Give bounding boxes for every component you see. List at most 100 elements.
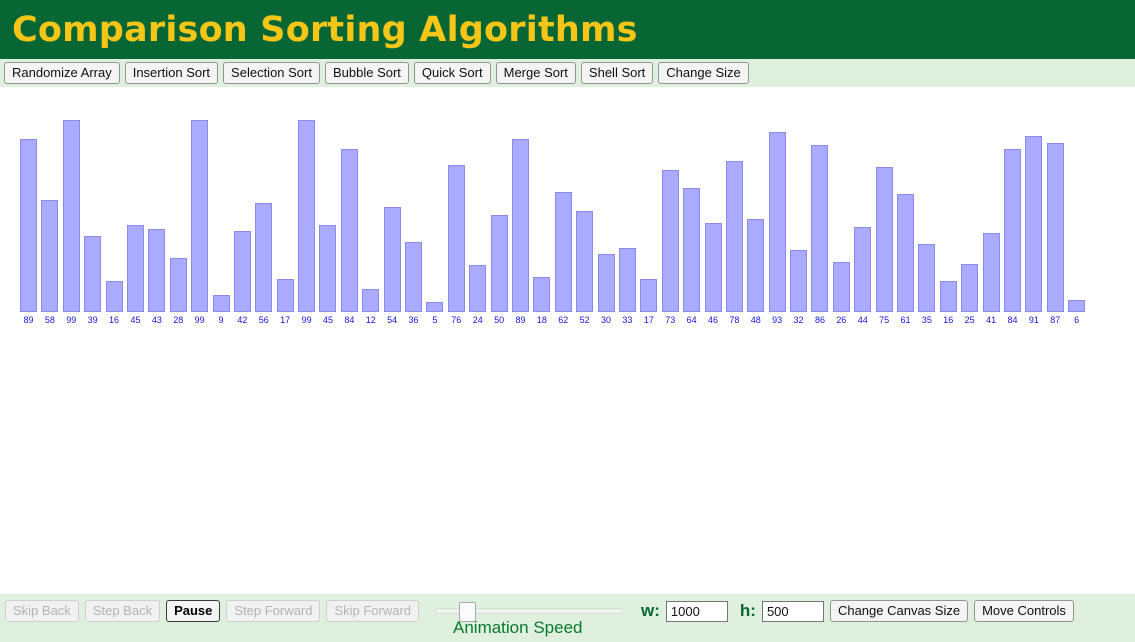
bar-value-label: 16 (109, 315, 120, 325)
bar-value-label: 41 (986, 315, 997, 325)
bar-column: 73 (661, 110, 679, 325)
bar-column: 12 (362, 110, 380, 325)
algorithm-toolbar: Randomize Array Insertion Sort Selection S… (0, 59, 1135, 87)
selection-sort-button[interactable]: Selection Sort (223, 62, 320, 84)
bar (747, 218, 765, 312)
bar (1046, 143, 1064, 312)
bar-column: 16 (939, 110, 957, 325)
bar-column: 24 (469, 110, 487, 325)
bar-value-label: 18 (536, 315, 547, 325)
insertion-sort-button[interactable]: Insertion Sort (124, 62, 219, 84)
bar-column: 62 (554, 110, 572, 325)
width-label: w: (641, 601, 660, 620)
bar-column: 75 (875, 110, 893, 325)
bar-column: 9 (212, 110, 230, 325)
bar-column: 89 (511, 110, 529, 325)
bar (1068, 300, 1086, 312)
animation-speed-label: Animation Speed (453, 618, 583, 637)
bar (1003, 149, 1021, 312)
bar (897, 193, 915, 312)
bar-column: 50 (490, 110, 508, 325)
bar (340, 149, 358, 312)
bar (105, 280, 123, 312)
bar-value-label: 99 (194, 315, 205, 325)
bar-column: 64 (683, 110, 701, 325)
shell-sort-button[interactable]: Shell Sort (580, 62, 654, 84)
bar (298, 120, 316, 312)
bar (469, 265, 487, 312)
bar-value-label: 99 (301, 315, 312, 325)
bar-value-label: 99 (66, 315, 77, 325)
bar-column: 17 (276, 110, 294, 325)
bar-value-label: 25 (964, 315, 975, 325)
merge-sort-button[interactable]: Merge Sort (495, 62, 576, 84)
bar (554, 191, 572, 312)
bar (405, 242, 423, 312)
pause-button[interactable]: Pause (166, 600, 221, 622)
canvas-width-input[interactable] (665, 600, 728, 622)
bar (533, 277, 551, 312)
bar-value-label: 62 (558, 315, 569, 325)
bar-column: 78 (725, 110, 743, 325)
change-size-button[interactable]: Change Size (658, 62, 749, 84)
bar (661, 170, 679, 312)
bar (233, 230, 251, 312)
bubble-sort-button[interactable]: Bubble Sort (324, 62, 409, 84)
bar-value-label: 12 (365, 315, 376, 325)
randomize-array-button[interactable]: Randomize Array (4, 62, 120, 84)
bar-value-label: 45 (322, 315, 333, 325)
bar (939, 280, 957, 312)
step-forward-button: Step Forward (226, 600, 321, 622)
bar-chart: 89 58 99 39 16 45 43 28 99 9 42 56 17 99 45 84 12 54 36 5 76… (0, 87, 1086, 347)
quick-sort-button[interactable]: Quick Sort (413, 62, 491, 84)
page-title: Comparison Sorting Algorithms (12, 9, 638, 50)
bar (982, 232, 1000, 312)
bar-column: 48 (747, 110, 765, 325)
bar-value-label: 56 (258, 315, 269, 325)
bar-column: 5 (426, 110, 444, 325)
bar-value-label: 58 (44, 315, 55, 325)
bar (191, 120, 209, 312)
bar (875, 166, 893, 312)
bar-value-label: 32 (793, 315, 804, 325)
bar-value-label: 54 (387, 315, 398, 325)
bar-column: 45 (319, 110, 337, 325)
bar (126, 224, 144, 312)
bar-column: 28 (169, 110, 187, 325)
bar-value-label: 28 (173, 315, 184, 325)
bar-value-label: 30 (601, 315, 612, 325)
canvas-height-input[interactable] (761, 600, 824, 622)
bar-column: 84 (340, 110, 358, 325)
bar-column: 42 (233, 110, 251, 325)
bar-column: 61 (897, 110, 915, 325)
bar-column: 43 (148, 110, 166, 325)
skip-back-button: Skip Back (5, 600, 79, 622)
step-back-button: Step Back (84, 600, 161, 622)
bar (319, 224, 337, 312)
bar (84, 236, 102, 312)
bar-value-label: 36 (408, 315, 419, 325)
bar-value-label: 24 (472, 315, 483, 325)
bar-column: 44 (854, 110, 872, 325)
bar-value-label: 17 (280, 315, 291, 325)
bar-column: 25 (961, 110, 979, 325)
bar (832, 261, 850, 312)
height-label: h: (739, 601, 756, 620)
bar-column: 41 (982, 110, 1000, 325)
bar (768, 131, 786, 312)
playback-controls: Skip Back Step Back Pause Step Forward Skip … (5, 600, 420, 622)
bar-value-label: 5 (432, 315, 438, 325)
bar-value-label: 33 (622, 315, 633, 325)
change-canvas-size-button[interactable]: Change Canvas Size (829, 600, 969, 622)
move-controls-button[interactable]: Move Controls (974, 600, 1074, 622)
bar (62, 120, 80, 312)
bar (426, 302, 444, 312)
bar-value-label: 50 (494, 315, 505, 325)
bar (20, 139, 37, 312)
bar (854, 226, 872, 312)
bar-column: 18 (533, 110, 551, 325)
visualization-canvas: 89 58 99 39 16 45 43 28 99 9 42 56 17 99 45 84 12 54 36 5 76… (0, 87, 1135, 587)
bar-column: 26 (832, 110, 850, 325)
bar-column: 35 (918, 110, 936, 325)
bar (618, 248, 636, 312)
